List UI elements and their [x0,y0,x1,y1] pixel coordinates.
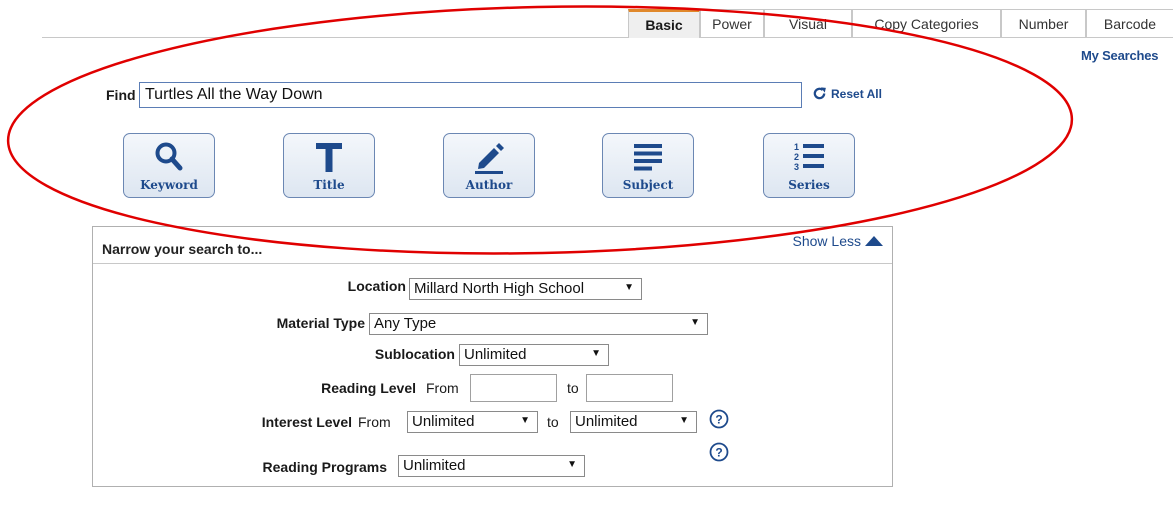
search-icon [155,142,183,171]
interest-level-label: Interest Level [261,414,352,430]
tab-copy-categories[interactable]: Copy Categories [852,9,1001,37]
tab-visual[interactable]: Visual [764,9,852,37]
sublocation-label: Sublocation [374,346,455,362]
help-icon[interactable]: ? [709,409,729,429]
show-less-toggle[interactable]: Show Less [793,233,884,249]
title-label: Title [313,178,345,192]
location-value: Millard North High School [414,280,585,297]
sublocation-value: Unlimited [464,346,527,363]
show-less-label: Show Less [792,233,861,249]
material-type-select[interactable]: Any Type ▼ [369,313,708,335]
panel-title: Narrow your search to... [102,241,263,257]
find-input[interactable] [139,82,802,108]
dropdown-arrow-icon: ▼ [591,348,601,359]
interest-level-to-value: Unlimited [575,413,638,430]
reading-level-to-label: to [567,380,579,396]
interest-level-from-select[interactable]: Unlimited ▼ [407,411,538,433]
interest-level-from-label: From [358,414,391,430]
reset-all-label: Reset All [831,86,882,101]
title-t-icon [316,143,342,172]
dropdown-arrow-icon: ▼ [690,317,700,328]
dropdown-arrow-icon: ▼ [520,415,530,426]
panel-header: Narrow your search to... Show Less [93,227,892,264]
tab-power[interactable]: Power [700,9,764,37]
dropdown-arrow-icon: ▼ [679,415,689,426]
search-tabs: Basic Power Visual Copy Categories Numbe… [0,0,1173,38]
series-search-button[interactable]: 1 2 3 Series [763,133,855,198]
my-searches-link[interactable]: My Searches [1081,48,1158,63]
keyword-label: Keyword [140,178,198,192]
dropdown-arrow-icon: ▼ [567,459,577,470]
svg-text:3: 3 [794,162,799,172]
reading-level-from-input[interactable] [470,374,557,402]
location-label: Location [347,278,406,294]
reading-level-to-input[interactable] [586,374,673,402]
interest-level-to-label: to [547,414,559,430]
interest-level-from-value: Unlimited [412,413,475,430]
material-type-value: Any Type [374,315,437,332]
svg-text:2: 2 [794,152,799,162]
sublocation-select[interactable]: Unlimited ▼ [459,344,609,366]
reset-all-button[interactable]: Reset All [812,86,882,101]
reading-level-label: Reading Level [321,380,416,396]
reading-programs-select[interactable]: Unlimited ▼ [398,455,585,477]
subject-label: Subject [622,178,674,192]
tab-number[interactable]: Number [1001,9,1086,37]
find-label: Find [106,87,136,103]
tab-barcode[interactable]: Barcode [1086,9,1173,37]
title-search-button[interactable]: Title [283,133,375,198]
author-search-button[interactable]: Author [443,133,535,198]
keyword-search-button[interactable]: Keyword [123,133,215,198]
numbered-list-icon: 1 2 3 [794,142,824,172]
svg-text:1: 1 [794,142,799,152]
reading-programs-value: Unlimited [403,457,466,474]
narrow-search-panel: Narrow your search to... Show Less Locat… [92,226,893,487]
dropdown-arrow-icon: ▼ [624,282,634,293]
help-icon[interactable]: ? [709,442,729,462]
svg-text:?: ? [715,446,722,460]
reading-level-from-label: From [426,380,459,396]
lines-icon [634,144,662,171]
pencil-icon [475,143,504,174]
series-label: Series [788,178,830,192]
author-label: Author [465,178,513,192]
interest-level-to-select[interactable]: Unlimited ▼ [570,411,697,433]
location-select[interactable]: Millard North High School ▼ [409,278,642,300]
subject-search-button[interactable]: Subject [602,133,694,198]
tabs-divider [42,37,1173,38]
triangle-up-icon [865,236,883,246]
tab-basic[interactable]: Basic [628,9,700,38]
reading-programs-label: Reading Programs [262,459,387,475]
svg-text:?: ? [715,413,722,427]
refresh-icon [813,87,826,100]
material-type-label: Material Type [276,315,365,331]
